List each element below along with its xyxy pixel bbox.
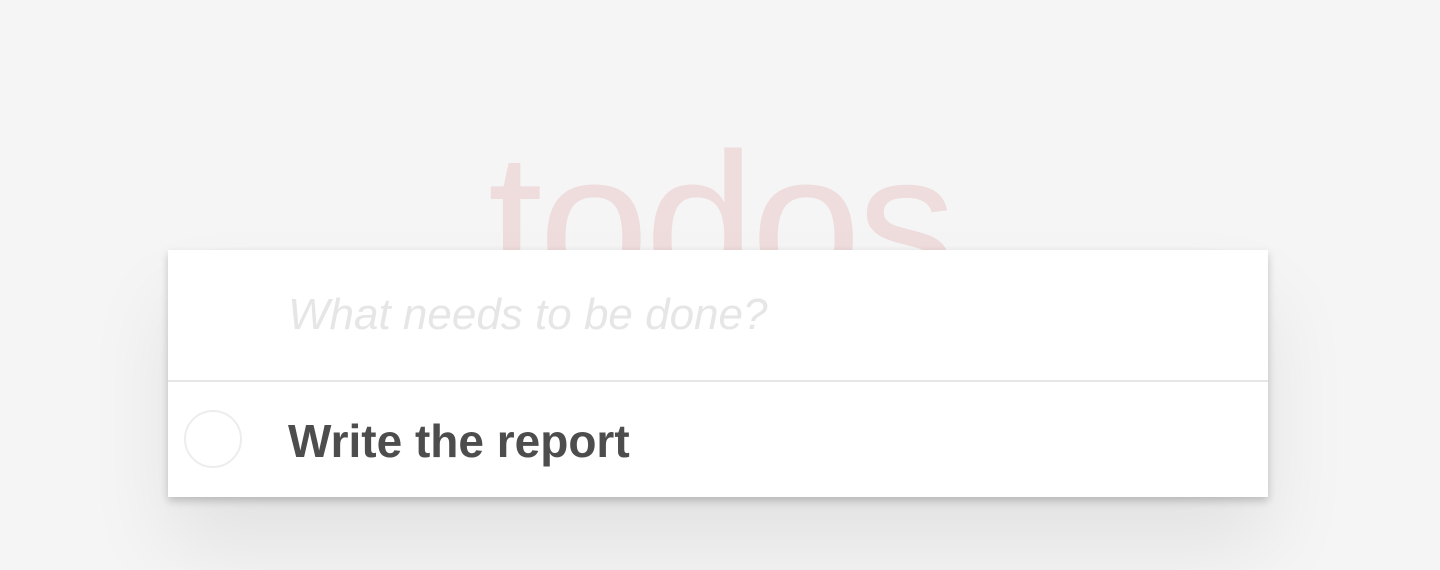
new-todo-row	[168, 250, 1268, 382]
todo-app-card: Write the report	[168, 250, 1268, 497]
new-todo-input[interactable]	[288, 250, 1248, 380]
toggle-complete-checkbox[interactable]	[184, 410, 242, 468]
todo-item[interactable]: Write the report	[168, 382, 1268, 497]
todo-label[interactable]: Write the report	[288, 414, 630, 468]
